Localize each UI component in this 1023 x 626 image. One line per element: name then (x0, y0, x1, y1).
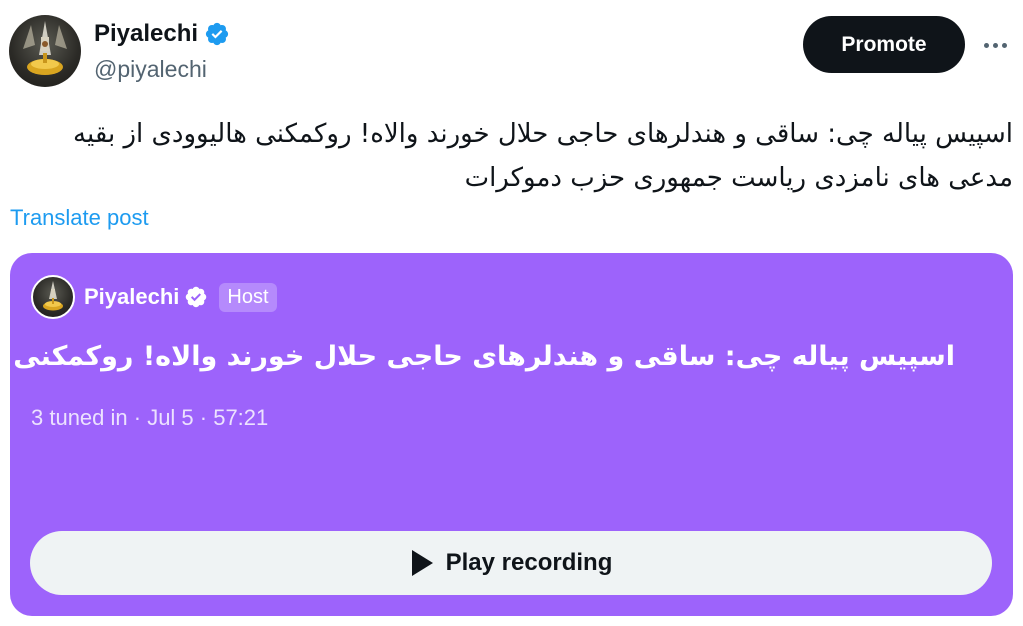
author-handle[interactable]: @piyalechi (94, 56, 207, 83)
dot (992, 42, 998, 48)
translate-post-link[interactable]: Translate post (10, 205, 149, 231)
play-recording-label: Play recording (445, 549, 613, 576)
host-name: Piyalechi (84, 284, 180, 309)
host-avatar[interactable] (31, 275, 75, 319)
dot (983, 42, 989, 48)
space-meta: 3 tuned in · Jul 5 · 57:21 (31, 405, 269, 430)
space-card[interactable]: Piyalechi Host اسپیس پیاله چی: ساقی و هن… (10, 253, 1013, 616)
author-name-row: Piyalechi (94, 20, 230, 48)
verified-badge-icon[interactable] (204, 21, 230, 47)
ellipsis-icon[interactable] (977, 30, 1013, 60)
space-host-row: Piyalechi Host (31, 275, 277, 319)
play-icon (411, 550, 433, 576)
play-recording-button[interactable]: Play recording (30, 531, 992, 595)
promote-button[interactable]: Promote (803, 16, 965, 73)
space-title: اسپیس پیاله چی: ساقی و هندلرهای حاجی حلا… (10, 341, 955, 372)
verified-badge-icon (184, 285, 208, 309)
host-badge: Host (219, 282, 277, 312)
author-avatar[interactable] (9, 15, 81, 87)
author-display-name[interactable]: Piyalechi (94, 20, 198, 48)
post-text: اسپیس پیاله چی: ساقی و هندلرهای حاجی حلا… (73, 119, 1013, 193)
dot (1001, 42, 1007, 48)
